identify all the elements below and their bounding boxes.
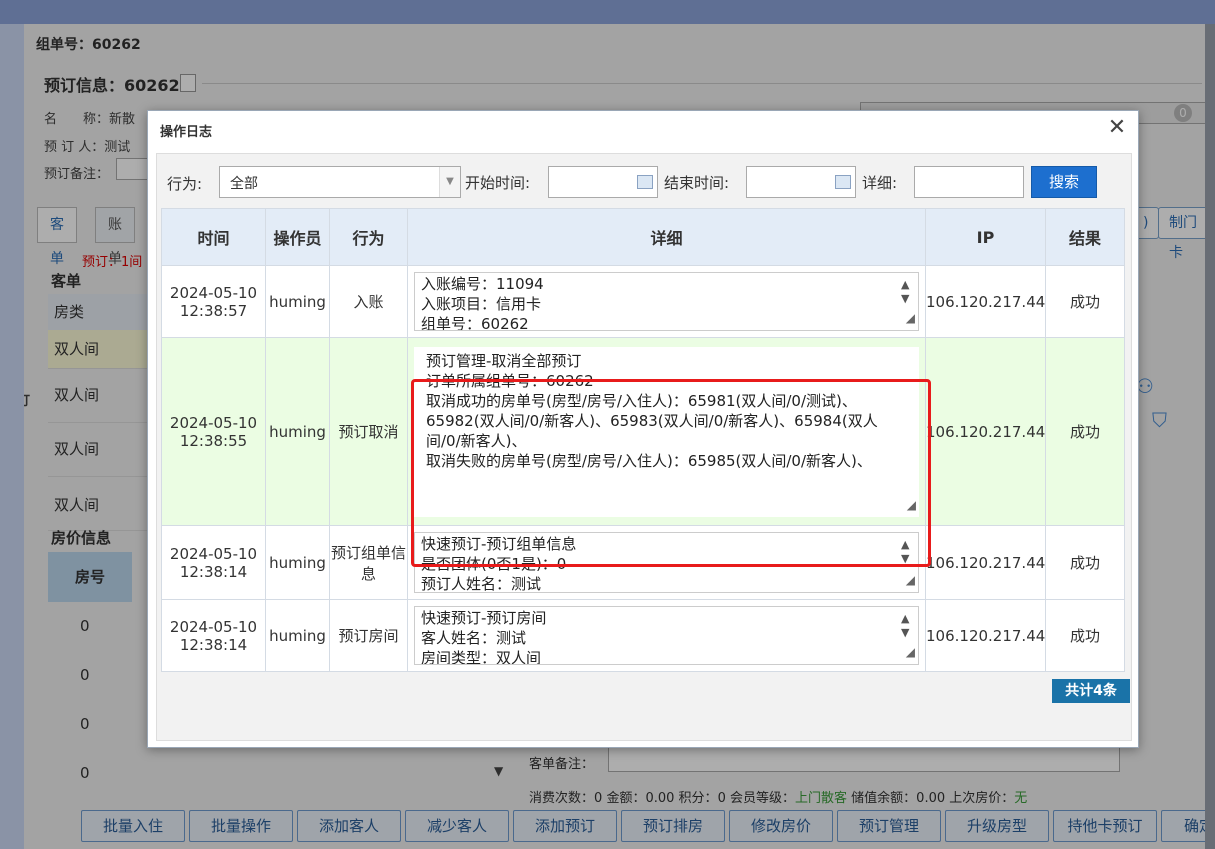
result-cell: 成功 [1045, 337, 1125, 526]
result-cell: 成功 [1045, 265, 1125, 338]
left-strip [0, 24, 24, 849]
column-header-result[interactable]: 结果 [1045, 208, 1125, 266]
time-cell: 2024-05-10 12:38:55 [161, 337, 266, 526]
detail-cell: 快速预订-预订房间 客人姓名：测试 房间类型：双人间 ▲ ▼ ◢ [407, 599, 926, 672]
column-header-action[interactable]: 行为 [329, 208, 408, 266]
detail-textarea[interactable]: 入账编号：11094 入账项目：信用卡 组单号：60262 ▲ ▼ ◢ [414, 272, 919, 331]
operator-cell: huming [265, 525, 330, 600]
action-select-value: 全部 [230, 176, 258, 192]
detail-line: 快速预订-预订房间 [421, 609, 547, 627]
detail-line: 取消成功的房单号(房型/房号/入住人)：65981(双人间/0/测试)、6598… [426, 391, 878, 450]
time-text: 12:38:55 [179, 431, 248, 450]
scroll-down-icon[interactable]: ▼ [901, 289, 909, 309]
detail-line: 入账项目：信用卡 [421, 295, 542, 313]
time-text: 12:38:57 [179, 301, 248, 320]
operator-cell: huming [265, 337, 330, 526]
calendar-icon[interactable] [637, 175, 653, 189]
scroll-down-icon[interactable]: ▼ [901, 549, 909, 569]
action-cell: 预订组单信息 [329, 525, 408, 600]
dialog-title: 操作日志 [160, 125, 213, 140]
action-cell: 入账 [329, 265, 408, 338]
detail-line: 快速预订-预订组单信息 [421, 535, 577, 553]
operation-log-dialog: 操作日志 ✕ 行为: 全部 ▼ 开始时间: 结束时间: 详细: 搜索 时间 操作… [147, 110, 1139, 748]
detail-line: 房间类型：双人间 [421, 649, 542, 665]
detail-textarea[interactable]: 预订管理-取消全部预订 订单所属组单号：60262 取消成功的房单号(房型/房号… [414, 346, 919, 517]
start-time-label: 开始时间: [465, 174, 531, 192]
time-text: 12:38:14 [179, 635, 248, 654]
ip-cell: 106.120.217.44 [925, 525, 1046, 600]
date-text: 2024-05-10 [169, 544, 258, 563]
resize-grip-icon[interactable]: ◢ [906, 308, 915, 328]
end-time-label: 结束时间: [664, 174, 730, 192]
column-header-operator[interactable]: 操作员 [265, 208, 330, 266]
detail-cell: 入账编号：11094 入账项目：信用卡 组单号：60262 ▲ ▼ ◢ [407, 265, 926, 338]
resize-grip-icon[interactable]: ◢ [906, 570, 915, 590]
table-row[interactable]: 2024-05-10 12:38:14 huming 预订房间 快速预订-预订房间… [161, 599, 1125, 672]
ip-cell: 106.120.217.44 [925, 599, 1046, 672]
search-button[interactable]: 搜索 [1031, 166, 1097, 198]
dialog-content: 行为: 全部 ▼ 开始时间: 结束时间: 详细: 搜索 时间 操作员 行为 详细… [156, 153, 1132, 741]
time-cell: 2024-05-10 12:38:14 [161, 599, 266, 672]
detail-line: 预订人姓名：测试 [421, 575, 542, 593]
ip-cell: 106.120.217.44 [925, 265, 1046, 338]
detail-filter-label: 详细: [862, 174, 898, 192]
time-cell: 2024-05-10 12:38:14 [161, 525, 266, 600]
table-row[interactable]: 2024-05-10 12:38:55 huming 预订取消 预订管理-取消全部… [161, 337, 1125, 526]
detail-cell: 快速预订-预订组单信息 是否团体(0否1是)：0 预订人姓名：测试 ▲ ▼ ◢ [407, 525, 926, 600]
scroll-down-icon[interactable]: ▼ [901, 623, 909, 643]
resize-grip-icon[interactable]: ◢ [906, 642, 915, 662]
detail-filter-input[interactable] [914, 166, 1024, 198]
detail-line: 客人姓名：测试 [421, 629, 527, 647]
detail-line: 预订管理-取消全部预订 [426, 351, 582, 370]
calendar-icon[interactable] [835, 175, 851, 189]
detail-line: 是否团体(0否1是)：0 [421, 555, 567, 573]
column-header-ip[interactable]: IP [925, 208, 1046, 266]
end-time-input[interactable] [746, 166, 856, 198]
log-table: 时间 操作员 行为 详细 IP 结果 2024-05-10 12:38:57 hu… [161, 208, 1125, 672]
close-icon[interactable]: ✕ [1104, 115, 1130, 141]
date-text: 2024-05-10 [169, 617, 258, 636]
time-text: 12:38:14 [179, 562, 248, 581]
action-cell: 预订取消 [329, 337, 408, 526]
column-header-detail[interactable]: 详细 [407, 208, 926, 266]
chevron-down-icon[interactable]: ▼ [439, 167, 460, 197]
result-cell: 成功 [1045, 525, 1125, 600]
ip-cell: 106.120.217.44 [925, 337, 1046, 526]
resize-grip-icon[interactable]: ◢ [907, 495, 916, 515]
action-filter-label: 行为: [167, 175, 203, 193]
action-select[interactable]: 全部 ▼ [219, 166, 461, 198]
detail-line: 取消失败的房单号(房型/房号/入住人)：65985(双人间/0/新客人)、 [426, 451, 872, 470]
result-cell: 成功 [1045, 599, 1125, 672]
detail-line: 订单所属组单号：60262 [426, 371, 594, 390]
detail-line: 组单号：60262 [421, 315, 529, 331]
operator-cell: huming [265, 599, 330, 672]
table-row[interactable]: 2024-05-10 12:38:14 huming 预订组单信息 快速预订-预订… [161, 525, 1125, 600]
time-cell: 2024-05-10 12:38:57 [161, 265, 266, 338]
top-strip [0, 0, 1215, 24]
table-row[interactable]: 2024-05-10 12:38:57 huming 入账 入账编号：11094 … [161, 265, 1125, 338]
start-time-input[interactable] [548, 166, 658, 198]
total-count-badge: 共计4条 [1052, 679, 1130, 703]
column-header-time[interactable]: 时间 [161, 208, 266, 266]
detail-line: 入账编号：11094 [421, 275, 544, 293]
detail-textarea[interactable]: 快速预订-预订组单信息 是否团体(0否1是)：0 预订人姓名：测试 ▲ ▼ ◢ [414, 532, 919, 593]
detail-cell: 预订管理-取消全部预订 订单所属组单号：60262 取消成功的房单号(房型/房号… [407, 337, 926, 526]
date-text: 2024-05-10 [169, 283, 258, 302]
date-text: 2024-05-10 [169, 413, 258, 432]
operator-cell: huming [265, 265, 330, 338]
detail-textarea[interactable]: 快速预订-预订房间 客人姓名：测试 房间类型：双人间 ▲ ▼ ◢ [414, 606, 919, 665]
action-cell: 预订房间 [329, 599, 408, 672]
